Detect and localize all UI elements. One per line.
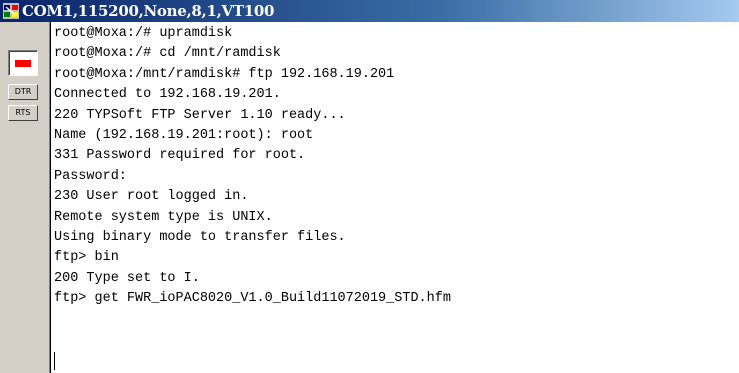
terminal-line: Name (192.168.19.201:root): root	[54, 127, 314, 143]
terminal-line: Connected to 192.168.19.201.	[54, 87, 281, 103]
terminal-line: 200 Type set to I.	[54, 270, 200, 286]
terminal-line: 230 User root logged in.	[54, 189, 249, 205]
rts-button[interactable]: RTS	[8, 105, 38, 121]
dtr-button[interactable]: DTR	[8, 84, 38, 100]
red-led-icon	[15, 60, 31, 67]
terminal-window: COM1,115200,None,8,1,VT100 DTR RTS root@…	[0, 0, 739, 373]
terminal-line: 331 Password required for root.	[54, 148, 306, 164]
led-indicator	[8, 50, 38, 76]
terminal-line: Using binary mode to transfer files.	[54, 229, 346, 245]
text-cursor	[54, 352, 55, 370]
signal-sidebar: DTR RTS	[0, 22, 50, 373]
terminal-line: 220 TYPSoft FTP Server 1.10 ready...	[54, 107, 346, 123]
terminal-line: Password:	[54, 168, 127, 184]
terminal-line: root@Moxa:/# upramdisk	[54, 26, 233, 41]
terminal-line: ftp> get FWR_ioPAC8020_V1.0_Build1107201…	[54, 291, 451, 307]
terminal-app-icon[interactable]	[3, 3, 19, 19]
title-bar[interactable]: COM1,115200,None,8,1,VT100	[0, 0, 739, 22]
terminal-line: Remote system type is UNIX.	[54, 209, 273, 225]
terminal-line: root@Moxa:/mnt/ramdisk# ftp 192.168.19.2…	[54, 66, 395, 82]
terminal-output[interactable]: root@Moxa:/# upramdisk root@Moxa:/# cd /…	[50, 22, 739, 373]
terminal-line: ftp> bin	[54, 250, 119, 266]
window-title: COM1,115200,None,8,1,VT100	[22, 2, 275, 20]
terminal-line: root@Moxa:/# cd /mnt/ramdisk	[54, 46, 281, 62]
